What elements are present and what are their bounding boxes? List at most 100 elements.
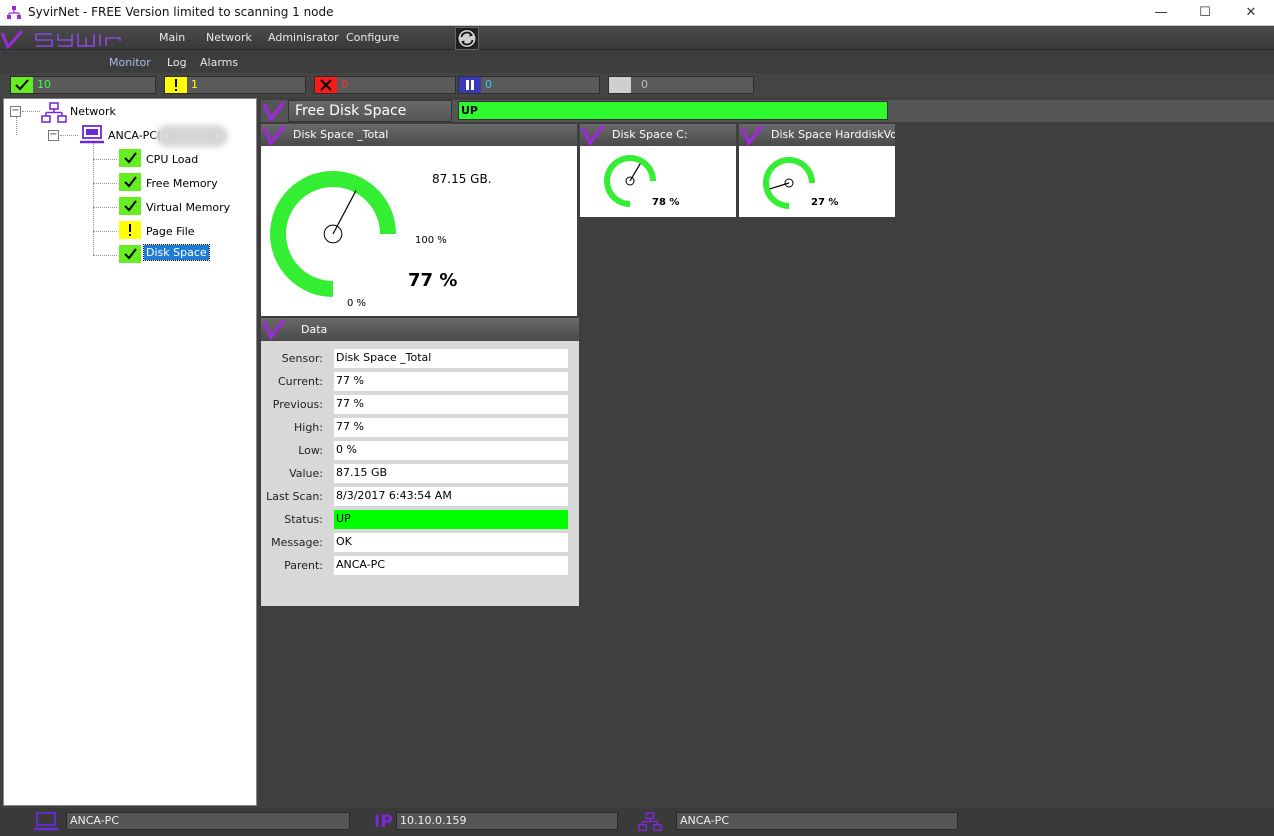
window-title: SyvirNet - FREE Version limited to scann…: [28, 5, 334, 19]
gauge-panel-total: Disk Space _Total 87.15 GB. 100 % 0 % 77…: [261, 124, 577, 316]
data-value[interactable]: 77 %: [334, 418, 568, 437]
data-value[interactable]: 0 %: [334, 441, 568, 460]
data-panel-header: Data: [261, 318, 579, 341]
gauge-title: Disk Space _Total: [293, 128, 389, 141]
refresh-button[interactable]: [455, 27, 479, 50]
counter-unknown-value: 0: [641, 78, 648, 91]
syvir-v-icon: [262, 318, 286, 340]
data-row-message: Message: OK: [261, 533, 579, 553]
gauge-panel-c: Disk Space C: 78 %: [580, 124, 736, 217]
menu-configure[interactable]: Configure: [346, 31, 399, 44]
sensor-status-bar: UP: [458, 101, 888, 120]
gauge-percent-label: 78 %: [652, 197, 680, 208]
menu-network[interactable]: Network: [206, 31, 252, 44]
blurred-hostname: [156, 125, 228, 147]
data-row-value: Value: 87.15 GB: [261, 464, 579, 484]
sensor-header: Free Disk Space UP: [261, 100, 1274, 122]
data-row-previous: Previous: 77 %: [261, 395, 579, 415]
data-panel: Data Sensor: Disk Space _Total Current: 77…: [261, 318, 579, 606]
check-icon: [119, 149, 141, 167]
data-row-last-scan: Last Scan: 8/3/2017 6:43:54 AM: [261, 487, 579, 507]
counter-paused-value: 0: [485, 78, 492, 91]
data-row-sensor: Sensor: Disk Space _Total: [261, 349, 579, 369]
counter-error[interactable]: 0: [314, 76, 456, 94]
gauge-panel-header: Disk Space C:: [580, 124, 736, 146]
gauge-max-label: 100 %: [415, 235, 447, 246]
counter-error-value: 0: [341, 78, 348, 91]
submenu-monitor[interactable]: Monitor: [109, 56, 151, 69]
data-value[interactable]: ANCA-PC: [334, 556, 568, 575]
warning-icon: [119, 221, 141, 239]
menu-main[interactable]: Main: [159, 31, 185, 44]
tree-sensor-free-memory[interactable]: Free Memory: [146, 177, 218, 190]
error-icon: [315, 77, 337, 93]
data-value[interactable]: Disk Space _Total: [334, 349, 568, 368]
gauge-title: Disk Space HarddiskVolume: [771, 128, 895, 141]
gauge-panel-header: Disk Space _Total: [261, 124, 577, 146]
data-row-status: Status: UP: [261, 510, 579, 530]
submenu-log[interactable]: Log: [167, 56, 187, 69]
syvir-v-icon: [740, 124, 764, 146]
computer-icon: [34, 812, 58, 831]
syvir-v-icon: [581, 124, 605, 146]
check-icon: [119, 245, 141, 263]
maximize-button[interactable]: ☐: [1182, 0, 1228, 26]
gauge-title: Disk Space C:: [612, 128, 688, 141]
gauge-value-text: 87.15 GB.: [432, 172, 492, 186]
status-network: ANCA-PC: [676, 812, 958, 830]
ip-label: IP: [374, 812, 393, 832]
sub-menu-bar: Monitor Log Alarms: [0, 50, 1274, 73]
status-host: ANCA-PC: [66, 812, 350, 830]
tree-node-label[interactable]: ANCA-PC(: [108, 129, 161, 142]
menu-bar: Main Network Adminisrator Configure: [0, 27, 1274, 50]
network-collapse-toggle[interactable]: −: [10, 106, 21, 117]
counter-ok-value: 10: [37, 78, 51, 91]
counter-warning[interactable]: 1: [164, 76, 306, 94]
node-collapse-toggle[interactable]: −: [48, 130, 59, 141]
menu-administrator[interactable]: Adminisrator: [268, 31, 339, 44]
data-row-current: Current: 77 %: [261, 372, 579, 392]
data-value[interactable]: 87.15 GB: [334, 464, 568, 483]
check-icon: [119, 197, 141, 215]
gauge-needle: [629, 163, 641, 182]
network-app-icon: [7, 6, 21, 19]
data-panel-title: Data: [301, 323, 328, 336]
check-icon: [119, 173, 141, 191]
title-bar: SyvirNet - FREE Version limited to scann…: [0, 0, 1274, 26]
sensor-title: Free Disk Space: [288, 100, 452, 122]
network-icon: [41, 102, 67, 123]
status-ip: 10.10.0.159: [396, 812, 618, 830]
counter-paused[interactable]: 0: [458, 76, 600, 94]
tree-sensor-page-file[interactable]: Page File: [146, 225, 195, 238]
unknown-icon: [609, 77, 631, 93]
counter-warning-value: 1: [191, 78, 198, 91]
counter-unknown[interactable]: 0: [608, 76, 754, 94]
data-value[interactable]: 77 %: [334, 395, 568, 414]
counter-ok[interactable]: 10: [10, 76, 156, 94]
gauge-panel-harddisk: Disk Space HarddiskVolume 27 %: [739, 124, 895, 217]
tree-sensor-virtual-memory[interactable]: Virtual Memory: [146, 201, 230, 214]
data-value[interactable]: 8/3/2017 6:43:54 AM: [334, 487, 568, 506]
gauge-percent-label: 77 %: [408, 270, 458, 291]
syvir-v-icon: [262, 100, 286, 122]
status-badge[interactable]: UP: [334, 510, 568, 529]
close-button[interactable]: ✕: [1228, 0, 1274, 26]
syvir-v-icon: [262, 124, 286, 146]
data-row-low: Low: 0 %: [261, 441, 579, 461]
tree-sensor-disk-space[interactable]: Disk Space: [143, 244, 210, 261]
tree-sensor-cpu-load[interactable]: CPU Load: [146, 153, 198, 166]
data-value[interactable]: OK: [334, 533, 568, 552]
gauge-min-label: 0 %: [347, 298, 367, 309]
syvir-logo-icon: [0, 30, 121, 49]
check-icon: [11, 77, 33, 93]
tree-root-label[interactable]: Network: [70, 105, 116, 118]
network-tree[interactable]: − Network − ANCA-PC( CPU Load Free Memor…: [3, 98, 257, 806]
warning-icon: [165, 77, 187, 93]
pause-icon: [459, 77, 481, 93]
data-row-high: High: 77 %: [261, 418, 579, 438]
minimize-button[interactable]: —: [1138, 0, 1184, 26]
submenu-alarms[interactable]: Alarms: [200, 56, 238, 69]
refresh-icon: [457, 29, 477, 48]
data-value[interactable]: 77 %: [334, 372, 568, 391]
gauge-panel-header: Disk Space HarddiskVolume: [739, 124, 895, 146]
